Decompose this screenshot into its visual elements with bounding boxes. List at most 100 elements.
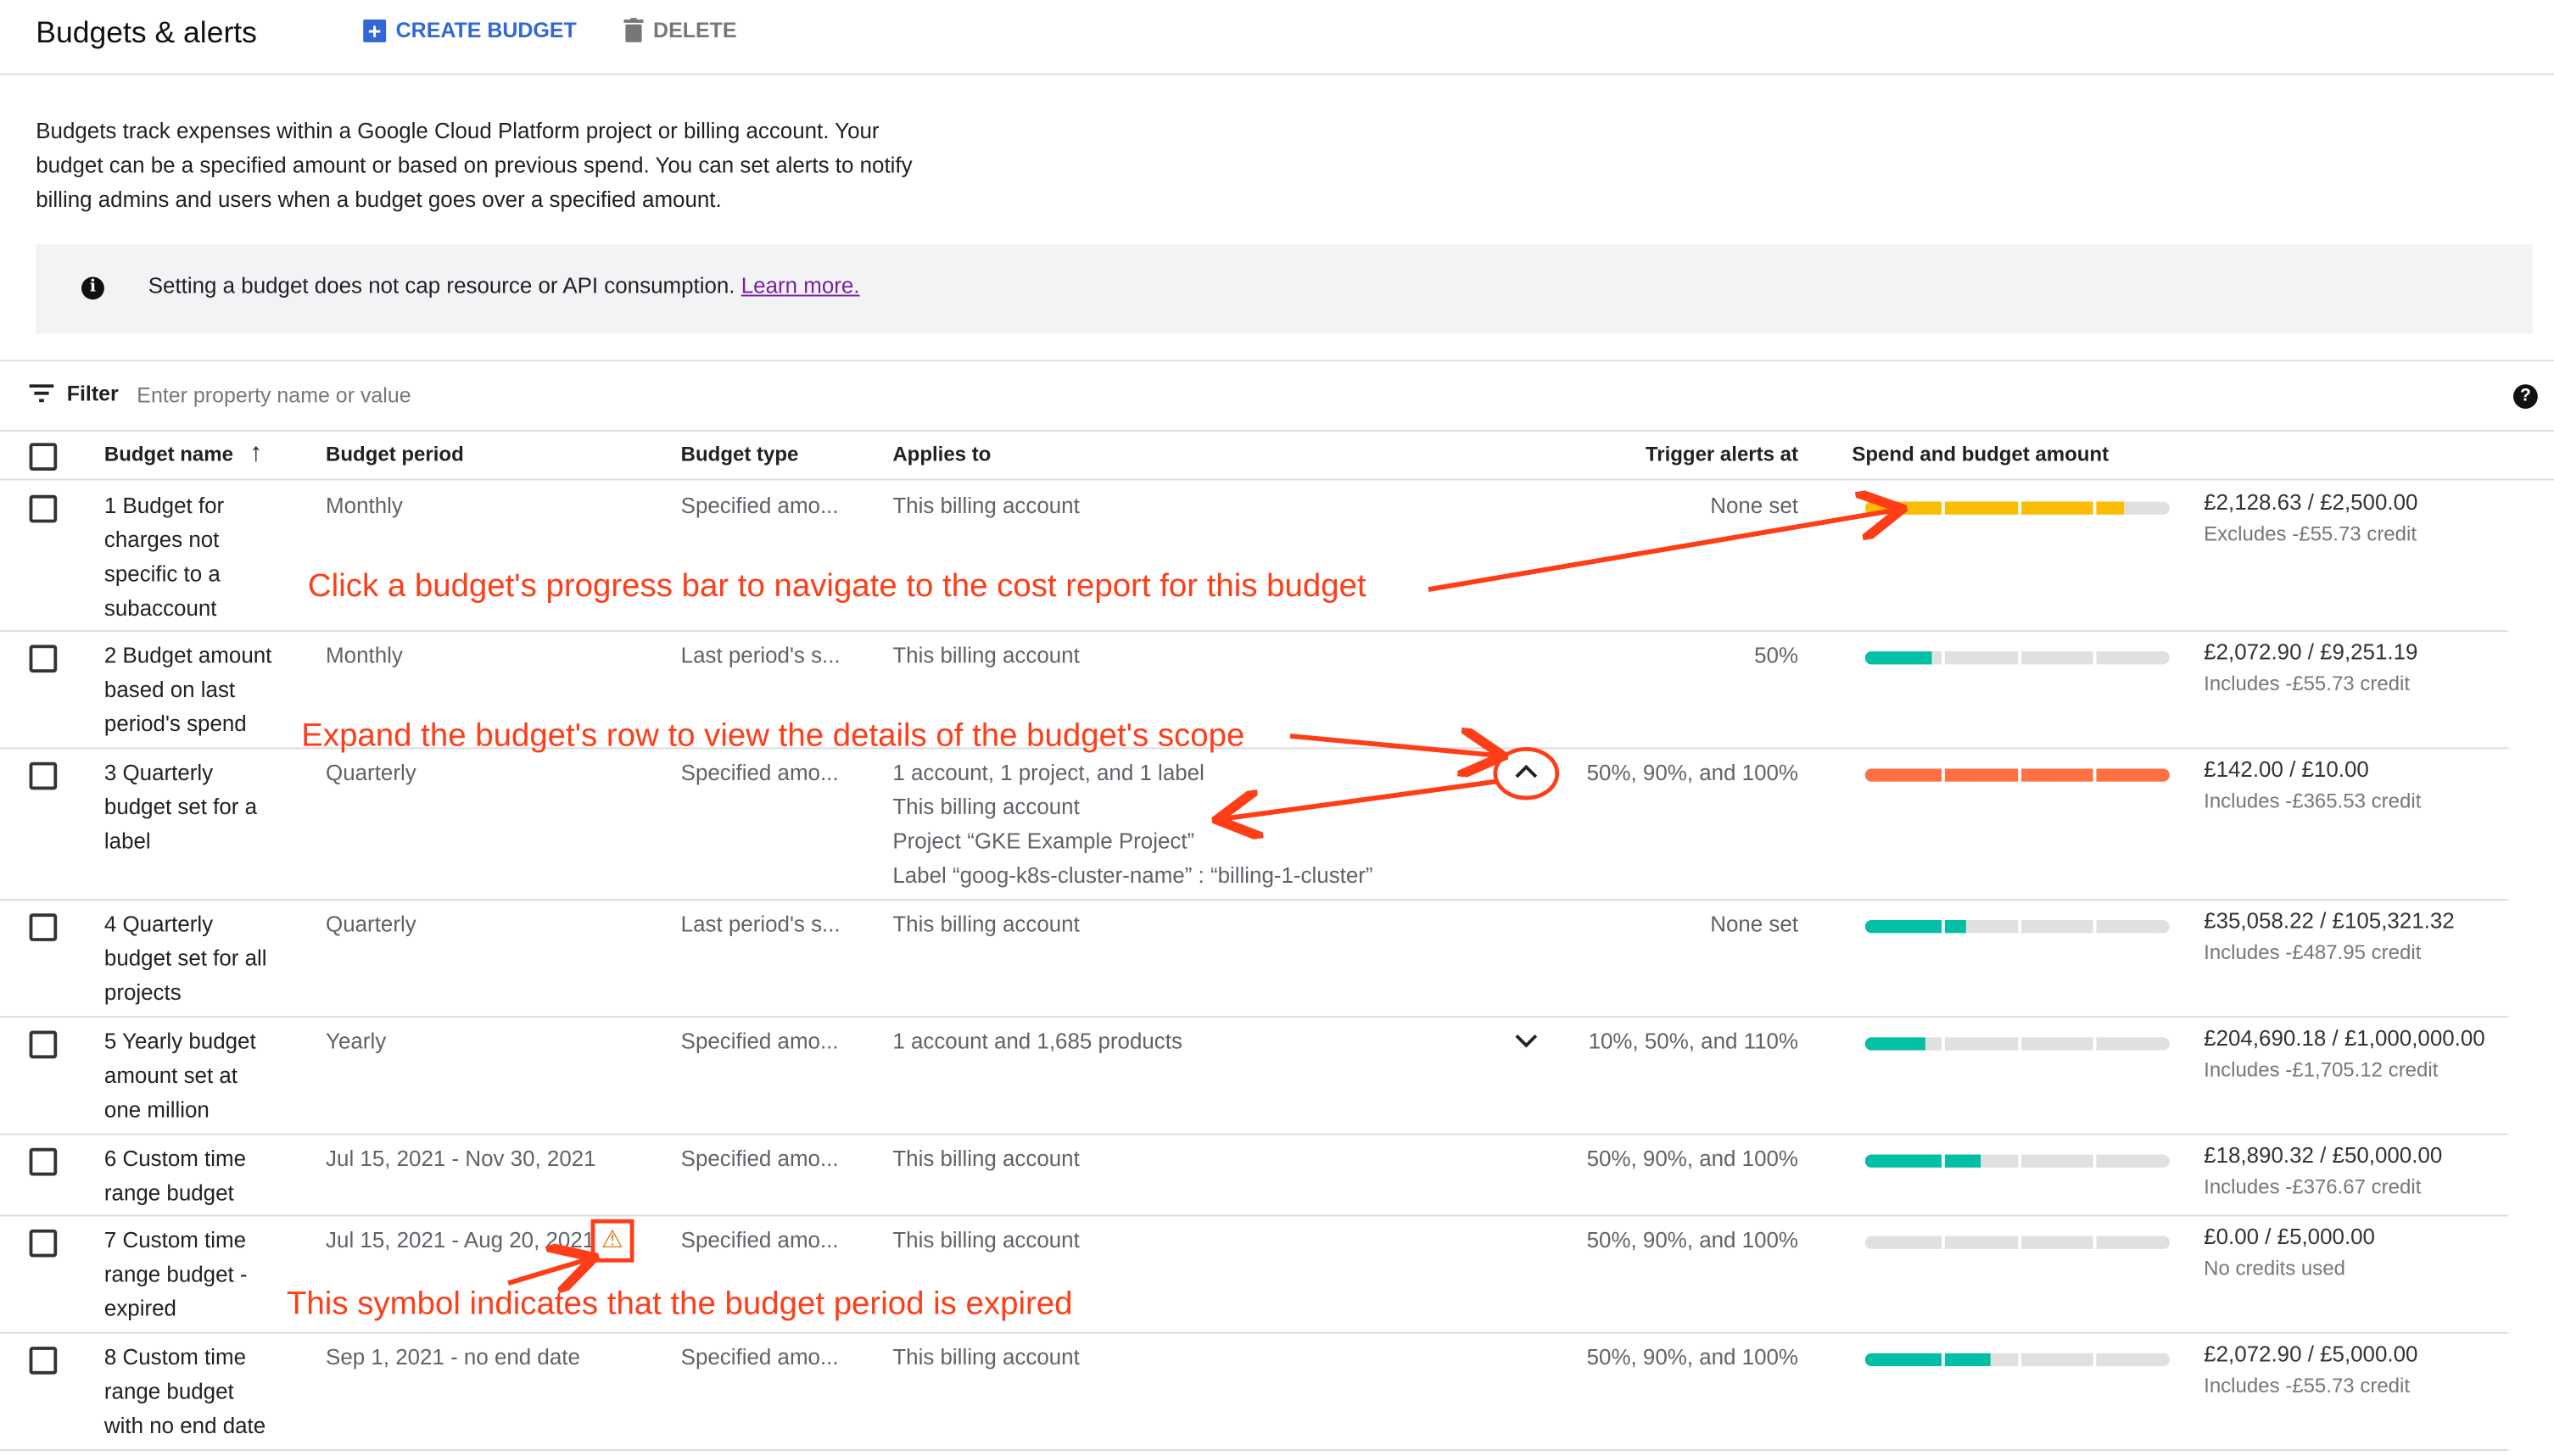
bar-divider [1941, 501, 1945, 515]
budget-name-line: with no end date [103, 1413, 266, 1438]
progress-bar[interactable] [1864, 501, 2170, 515]
progress-fill [1864, 1037, 1926, 1051]
budget-name-line: range budget - [103, 1262, 248, 1287]
credit-note: Excludes -£55.73 credit [2204, 522, 2417, 546]
filter-button[interactable]: Filter [29, 381, 119, 405]
create-budget-label: CREATE BUDGET [395, 18, 577, 42]
info-banner: i Setting a budget does not cap resource… [36, 244, 2534, 334]
budget-name-line: range budget [103, 1379, 234, 1404]
bar-divider [2093, 1154, 2097, 1168]
budget-name-link[interactable]: 8 Custom time range budget with no end dat… [104, 1340, 308, 1442]
page-description: Budgets track expenses within a Google C… [36, 119, 913, 212]
budget-name-line: label [103, 828, 151, 854]
applies-to: This billing account [892, 1223, 1079, 1257]
budget-type: Specified amo... [680, 1146, 839, 1171]
budget-name-line: budget set for a [103, 795, 258, 819]
row-checkbox[interactable] [29, 1030, 58, 1059]
column-header-trigger[interactable]: Trigger alerts at [1646, 443, 1798, 466]
budget-name-link[interactable]: 6 Custom time range budget [104, 1141, 308, 1210]
row-checkbox[interactable] [29, 1147, 58, 1176]
row-divider [0, 1133, 2509, 1135]
budget-name-line: 8 Custom time [103, 1345, 247, 1370]
spend-amount: £2,072.90 / £9,251.19 [2204, 639, 2418, 665]
progress-bar[interactable] [1864, 1236, 2170, 1249]
delete-label: DELETE [653, 18, 737, 42]
applies-to: This billing account [892, 639, 1079, 672]
create-budget-button[interactable]: + CREATE BUDGET [363, 18, 577, 42]
applies-to-line: This billing account [892, 912, 1080, 937]
row-checkbox[interactable] [29, 494, 58, 523]
bar-divider [2017, 1353, 2021, 1367]
spend-amount: £2,072.90 / £5,000.00 [2204, 1342, 2418, 1367]
applies-to: This billing account [892, 1340, 1079, 1374]
budget-name-line: projects [103, 980, 182, 1005]
period-cell: Sep 1, 2021 - no end date [326, 1340, 580, 1374]
trigger-alerts: None set [1710, 912, 1799, 937]
row-checkbox[interactable] [29, 644, 58, 673]
row-checkbox[interactable] [29, 1229, 58, 1258]
bar-divider [1941, 1353, 1945, 1367]
spend-amount: £0.00 / £5,000.00 [2204, 1224, 2375, 1249]
progress-bar[interactable] [1864, 651, 2170, 665]
budget-period: Sep 1, 2021 - no end date [326, 1345, 580, 1370]
budget-period: Monthly [326, 643, 403, 668]
chevron-down-icon[interactable] [1513, 1032, 1540, 1048]
row-divider [0, 899, 2509, 901]
progress-bar[interactable] [1864, 1154, 2170, 1168]
sort-arrow-up-icon: ↑ [249, 439, 263, 468]
budget-period: Quarterly [326, 912, 416, 937]
row-checkbox[interactable] [29, 913, 58, 941]
bar-divider [2017, 501, 2021, 515]
row-checkbox[interactable] [29, 761, 58, 790]
credit-note: No credits used [2204, 1257, 2345, 1280]
progress-bar[interactable] [1864, 1037, 2170, 1051]
bar-divider [1941, 768, 1945, 782]
budget-type: Specified amo... [680, 493, 839, 518]
budget-name-link[interactable]: 1 Budget for charges not specific to a suba… [104, 488, 308, 625]
progress-bar[interactable] [1864, 768, 2170, 782]
bar-divider [2093, 651, 2097, 665]
bar-divider [1941, 1236, 1945, 1249]
progress-fill [1864, 1353, 1990, 1367]
progress-fill [1864, 1154, 1981, 1168]
row-checkbox[interactable] [29, 1347, 58, 1375]
learn-more-link[interactable]: Learn more. [741, 274, 860, 298]
column-header-period[interactable]: Budget period [326, 443, 464, 466]
trigger-alerts: 10%, 50%, and 110% [1588, 1029, 1799, 1054]
period-cell: Monthly [326, 639, 403, 672]
column-header-type[interactable]: Budget type [681, 443, 799, 466]
applies-to-line: This billing account [892, 1227, 1080, 1252]
applies-to-line: This billing account [892, 1146, 1080, 1171]
column-header-spend[interactable]: Spend and budget amount [1852, 443, 2109, 466]
budget-name-link[interactable]: 5 Yearly budget amount set at one million [104, 1024, 308, 1127]
column-header-applies[interactable]: Applies to [892, 443, 991, 466]
bar-divider [2017, 651, 2021, 665]
budget-type: Specified amo... [680, 1029, 839, 1054]
bar-divider [2093, 501, 2097, 515]
progress-bar[interactable] [1864, 1353, 2170, 1367]
budget-name-link[interactable]: 7 Custom time range budget - expired [104, 1223, 308, 1325]
select-all-checkbox[interactable] [29, 443, 58, 471]
chevron-up-icon[interactable] [1513, 764, 1540, 780]
budget-name-line: budget set for all [103, 946, 267, 971]
budget-name-link[interactable]: 4 Quarterly budget set for all projects [104, 907, 308, 1010]
budget-name-link[interactable]: 3 Quarterly budget set for a label [104, 756, 308, 858]
bar-divider [1941, 919, 1945, 934]
progress-bar[interactable] [1864, 919, 2170, 934]
delete-button[interactable]: DELETE [623, 18, 737, 42]
budget-name-line: 3 Quarterly [103, 760, 214, 785]
column-header-name[interactable]: Budget name ↑ [104, 439, 263, 468]
budget-name-link[interactable]: 2 Budget amount based on last period's spe… [104, 639, 308, 741]
arrow-to-progress-bar [1428, 510, 1897, 592]
filter-input[interactable]: Enter property name or value [137, 382, 411, 407]
budget-name-line: range budget [103, 1180, 234, 1206]
applies-to: This billing account [892, 907, 1079, 941]
help-icon[interactable]: ? [2513, 384, 2538, 409]
budget-name-line: 2 Budget amount [103, 643, 272, 668]
budget-period: Jul 15, 2021 - Aug 20, 2021 [326, 1227, 595, 1252]
info-text: Setting a budget does not cap resource o… [148, 273, 735, 298]
budget-name-line: specific to a [103, 561, 221, 587]
applies-to-line: This billing account [892, 643, 1080, 668]
row-divider [0, 1016, 2509, 1018]
applies-to-line: This billing account [892, 795, 1080, 819]
